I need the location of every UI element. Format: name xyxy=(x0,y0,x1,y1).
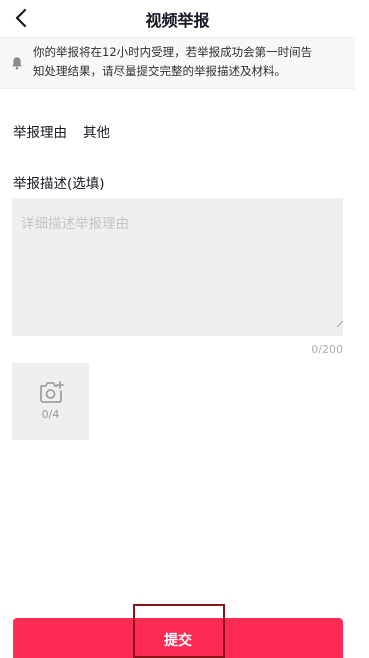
camera-add-icon xyxy=(40,381,64,403)
reason-label: 举报理由 xyxy=(13,125,67,141)
page-title: 视频举报 xyxy=(145,11,210,30)
add-image-button[interactable]: 0/4 xyxy=(12,363,89,440)
image-count: 0/4 xyxy=(41,408,60,421)
resize-handle-icon[interactable] xyxy=(336,320,344,328)
bell-icon xyxy=(12,57,22,70)
report-page: 视频举报 你的举报将在12小时内受理，若举报成功会第一时间告 知处理结果，请尽量… xyxy=(0,0,369,658)
description-input[interactable] xyxy=(12,198,343,336)
notice-line-1: 你的举报将在12小时内受理，若举报成功会第一时间告 xyxy=(33,45,313,59)
description-label: 举报描述(选填) xyxy=(13,176,105,192)
header-bar: 视频举报 xyxy=(0,0,355,38)
notice-line-2: 知处理结果，请尽量提交完整的举报描述及材料。 xyxy=(33,64,286,78)
report-reason-row: 举报理由 其他 xyxy=(13,121,110,141)
reason-value[interactable]: 其他 xyxy=(83,125,110,141)
submit-button[interactable]: 提交 xyxy=(13,618,343,658)
notice-text: 你的举报将在12小时内受理，若举报成功会第一时间告 知处理结果，请尽量提交完整的… xyxy=(33,43,351,81)
character-counter: 0/200 xyxy=(311,343,343,356)
notice-banner: 你的举报将在12小时内受理，若举报成功会第一时间告 知处理结果，请尽量提交完整的… xyxy=(0,38,355,89)
